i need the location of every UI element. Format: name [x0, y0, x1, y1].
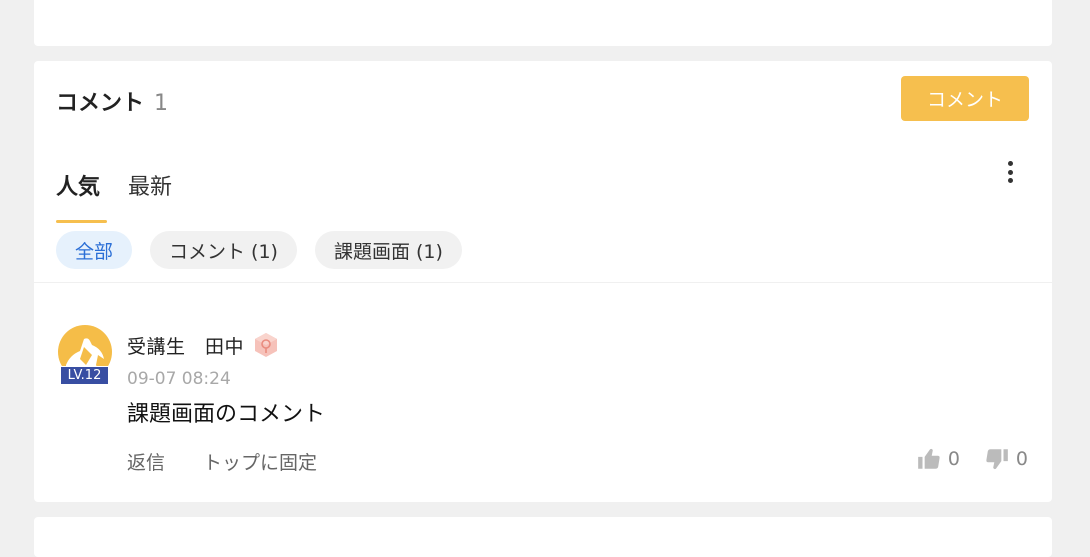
previous-card: [34, 0, 1052, 46]
filter-comments[interactable]: コメント (1): [150, 231, 297, 269]
filter-assignment[interactable]: 課題画面 (1): [314, 231, 462, 269]
more-vertical-icon[interactable]: [1000, 159, 1020, 185]
tab-popular[interactable]: 人気: [56, 169, 108, 223]
gem-icon: [255, 333, 278, 357]
like-button[interactable]: 0: [916, 446, 960, 472]
next-card: [34, 517, 1052, 557]
level-badge: LV.12: [60, 366, 109, 385]
dislike-count: 0: [1015, 448, 1028, 470]
sort-tabs: 人気 最新: [56, 169, 200, 223]
pin-to-top-button[interactable]: トップに固定: [203, 448, 317, 475]
comments-title: コメント: [56, 91, 145, 116]
reply-button[interactable]: 返信: [127, 448, 165, 475]
vote-controls: 0 0: [892, 446, 1028, 472]
comment-author[interactable]: 受講生 田中: [127, 332, 244, 359]
thumbs-up-icon: [917, 448, 940, 469]
comment-text: 課題画面のコメント: [127, 402, 326, 427]
thumbs-down-icon: [986, 449, 1008, 470]
like-count: 0: [947, 448, 960, 470]
comments-count: 1: [154, 91, 169, 116]
comments-card: コメント 1 コメント 人気 最新 全部 コメント (1) 課題画面 (1) L…: [34, 61, 1052, 502]
post-comment-button[interactable]: コメント: [901, 76, 1029, 121]
dislike-button[interactable]: 0: [984, 446, 1028, 472]
filter-all[interactable]: 全部: [56, 231, 133, 269]
filter-chips: 全部 コメント (1) 課題画面 (1): [56, 231, 480, 269]
divider: [34, 282, 1052, 283]
comment-actions: 返信 トップに固定: [127, 448, 355, 475]
comment-author-row: 受講生 田中: [127, 331, 280, 359]
comments-header: コメント 1: [56, 85, 168, 117]
comment-timestamp: 09-07 08:24: [127, 369, 231, 389]
tab-latest[interactable]: 最新: [128, 169, 172, 223]
